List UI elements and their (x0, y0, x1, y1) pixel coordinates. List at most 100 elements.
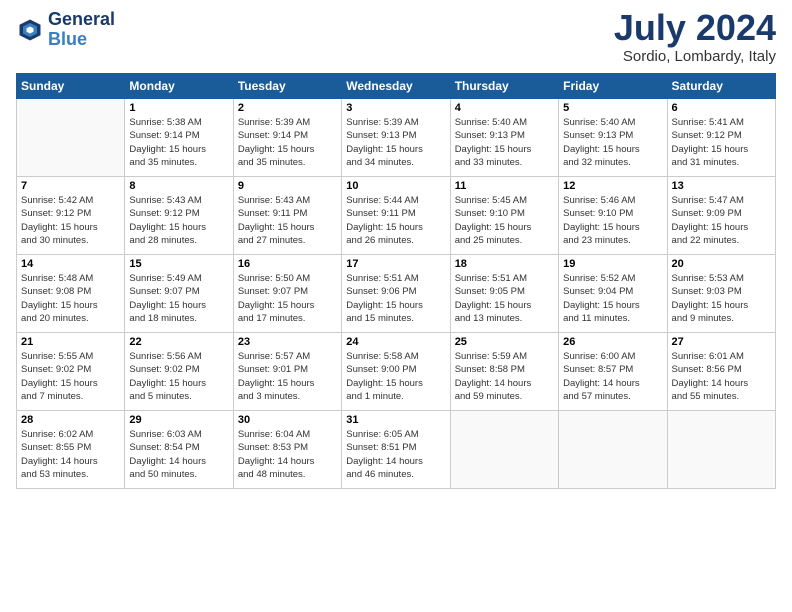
day-number: 5 (563, 102, 662, 114)
day-cell: 12 Sunrise: 5:46 AM Sunset: 9:10 PM Dayli… (559, 177, 667, 255)
day-number: 24 (346, 336, 445, 348)
day-number: 3 (346, 102, 445, 114)
day-number: 18 (455, 258, 554, 270)
day-cell: 15Sunrise: 5:49 AM Sunset: 9:07 PM Dayli… (125, 255, 233, 333)
day-cell (17, 99, 125, 177)
title-block: July 2024 Sordio, Lombardy, Italy (614, 10, 776, 65)
day-cell: 29 Sunrise: 6:03 AM Sunset: 8:54 PM Dayli… (125, 411, 233, 489)
day-number: 26 (563, 336, 662, 348)
day-info: Sunrise: 6:04 AM Sunset: 8:53 PM Dayligh… (238, 428, 337, 481)
location: Sordio, Lombardy, Italy (614, 48, 776, 65)
day-cell: 18Sunrise: 5:51 AM Sunset: 9:05 PM Dayli… (450, 255, 558, 333)
day-number: 16 (238, 258, 337, 270)
day-info: Sunrise: 5:58 AM Sunset: 9:00 PM Dayligh… (346, 350, 445, 403)
day-info: Sunrise: 6:03 AM Sunset: 8:54 PM Dayligh… (129, 428, 228, 481)
day-number: 1 (129, 102, 228, 114)
day-number: 17 (346, 258, 445, 270)
col-header-wednesday: Wednesday (342, 74, 450, 99)
day-number: 13 (672, 180, 771, 192)
day-number: 4 (455, 102, 554, 114)
day-info: Sunrise: 5:45 AM Sunset: 9:10 PM Dayligh… (455, 194, 554, 247)
day-info: Sunrise: 5:40 AM Sunset: 9:13 PM Dayligh… (455, 116, 554, 169)
day-info: Sunrise: 5:51 AM Sunset: 9:06 PM Dayligh… (346, 272, 445, 325)
day-number: 11 (455, 180, 554, 192)
day-number: 19 (563, 258, 662, 270)
day-cell: 20 Sunrise: 5:53 AM Sunset: 9:03 PM Dayli… (667, 255, 775, 333)
day-info: Sunrise: 5:57 AM Sunset: 9:01 PM Dayligh… (238, 350, 337, 403)
day-cell: 13Sunrise: 5:47 AM Sunset: 9:09 PM Dayli… (667, 177, 775, 255)
day-cell: 9Sunrise: 5:43 AM Sunset: 9:11 PM Daylig… (233, 177, 341, 255)
col-header-monday: Monday (125, 74, 233, 99)
day-info: Sunrise: 5:38 AM Sunset: 9:14 PM Dayligh… (129, 116, 228, 169)
day-cell: 7 Sunrise: 5:42 AM Sunset: 9:12 PM Daylig… (17, 177, 125, 255)
day-info: Sunrise: 5:40 AM Sunset: 9:13 PM Dayligh… (563, 116, 662, 169)
day-number: 15 (129, 258, 228, 270)
day-number: 12 (563, 180, 662, 192)
day-info: Sunrise: 5:44 AM Sunset: 9:11 PM Dayligh… (346, 194, 445, 247)
day-number: 7 (21, 180, 120, 192)
day-number: 30 (238, 414, 337, 426)
day-info: Sunrise: 5:56 AM Sunset: 9:02 PM Dayligh… (129, 350, 228, 403)
day-info: Sunrise: 5:41 AM Sunset: 9:12 PM Dayligh… (672, 116, 771, 169)
day-cell: 24 Sunrise: 5:58 AM Sunset: 9:00 PM Dayli… (342, 333, 450, 411)
day-number: 10 (346, 180, 445, 192)
day-info: Sunrise: 5:43 AM Sunset: 9:11 PM Dayligh… (238, 194, 337, 247)
day-info: Sunrise: 6:05 AM Sunset: 8:51 PM Dayligh… (346, 428, 445, 481)
day-cell (450, 411, 558, 489)
week-row-3: 14 Sunrise: 5:48 AM Sunset: 9:08 PM Dayli… (17, 255, 776, 333)
day-cell: 8 Sunrise: 5:43 AM Sunset: 9:12 PM Daylig… (125, 177, 233, 255)
logo-text: General Blue (48, 10, 115, 50)
day-cell: 1 Sunrise: 5:38 AM Sunset: 9:14 PM Daylig… (125, 99, 233, 177)
day-number: 31 (346, 414, 445, 426)
day-cell (559, 411, 667, 489)
day-cell: 27Sunrise: 6:01 AM Sunset: 8:56 PM Dayli… (667, 333, 775, 411)
day-cell: 31 Sunrise: 6:05 AM Sunset: 8:51 PM Dayli… (342, 411, 450, 489)
day-info: Sunrise: 5:53 AM Sunset: 9:03 PM Dayligh… (672, 272, 771, 325)
day-cell: 6 Sunrise: 5:41 AM Sunset: 9:12 PM Daylig… (667, 99, 775, 177)
col-header-friday: Friday (559, 74, 667, 99)
day-cell: 25Sunrise: 5:59 AM Sunset: 8:58 PM Dayli… (450, 333, 558, 411)
day-cell (667, 411, 775, 489)
day-info: Sunrise: 5:48 AM Sunset: 9:08 PM Dayligh… (21, 272, 120, 325)
day-cell: 28Sunrise: 6:02 AM Sunset: 8:55 PM Dayli… (17, 411, 125, 489)
day-cell: 17 Sunrise: 5:51 AM Sunset: 9:06 PM Dayli… (342, 255, 450, 333)
day-cell: 4 Sunrise: 5:40 AM Sunset: 9:13 PM Daylig… (450, 99, 558, 177)
day-cell: 23 Sunrise: 5:57 AM Sunset: 9:01 PM Dayli… (233, 333, 341, 411)
day-cell: 3 Sunrise: 5:39 AM Sunset: 9:13 PM Daylig… (342, 99, 450, 177)
day-number: 8 (129, 180, 228, 192)
day-number: 20 (672, 258, 771, 270)
header: General Blue July 2024 Sordio, Lombardy,… (16, 10, 776, 65)
day-info: Sunrise: 5:43 AM Sunset: 9:12 PM Dayligh… (129, 194, 228, 247)
day-cell: 5 Sunrise: 5:40 AM Sunset: 9:13 PM Daylig… (559, 99, 667, 177)
day-info: Sunrise: 5:39 AM Sunset: 9:14 PM Dayligh… (238, 116, 337, 169)
week-row-5: 28Sunrise: 6:02 AM Sunset: 8:55 PM Dayli… (17, 411, 776, 489)
day-info: Sunrise: 5:46 AM Sunset: 9:10 PM Dayligh… (563, 194, 662, 247)
day-number: 2 (238, 102, 337, 114)
day-cell: 19 Sunrise: 5:52 AM Sunset: 9:04 PM Dayli… (559, 255, 667, 333)
day-cell: 22 Sunrise: 5:56 AM Sunset: 9:02 PM Dayli… (125, 333, 233, 411)
day-info: Sunrise: 6:00 AM Sunset: 8:57 PM Dayligh… (563, 350, 662, 403)
page: General Blue July 2024 Sordio, Lombardy,… (0, 0, 792, 499)
day-info: Sunrise: 5:50 AM Sunset: 9:07 PM Dayligh… (238, 272, 337, 325)
day-info: Sunrise: 5:42 AM Sunset: 9:12 PM Dayligh… (21, 194, 120, 247)
day-number: 23 (238, 336, 337, 348)
day-number: 21 (21, 336, 120, 348)
day-info: Sunrise: 5:55 AM Sunset: 9:02 PM Dayligh… (21, 350, 120, 403)
day-info: Sunrise: 5:39 AM Sunset: 9:13 PM Dayligh… (346, 116, 445, 169)
logo-icon (16, 16, 44, 44)
day-number: 29 (129, 414, 228, 426)
day-number: 6 (672, 102, 771, 114)
col-header-sunday: Sunday (17, 74, 125, 99)
day-number: 28 (21, 414, 120, 426)
header-row: SundayMondayTuesdayWednesdayThursdayFrid… (17, 74, 776, 99)
day-info: Sunrise: 5:52 AM Sunset: 9:04 PM Dayligh… (563, 272, 662, 325)
day-number: 22 (129, 336, 228, 348)
calendar-table: SundayMondayTuesdayWednesdayThursdayFrid… (16, 73, 776, 489)
day-cell: 11 Sunrise: 5:45 AM Sunset: 9:10 PM Dayli… (450, 177, 558, 255)
day-number: 14 (21, 258, 120, 270)
day-cell: 21 Sunrise: 5:55 AM Sunset: 9:02 PM Dayli… (17, 333, 125, 411)
day-cell: 30 Sunrise: 6:04 AM Sunset: 8:53 PM Dayli… (233, 411, 341, 489)
week-row-4: 21 Sunrise: 5:55 AM Sunset: 9:02 PM Dayli… (17, 333, 776, 411)
day-info: Sunrise: 6:01 AM Sunset: 8:56 PM Dayligh… (672, 350, 771, 403)
logo: General Blue (16, 10, 115, 50)
